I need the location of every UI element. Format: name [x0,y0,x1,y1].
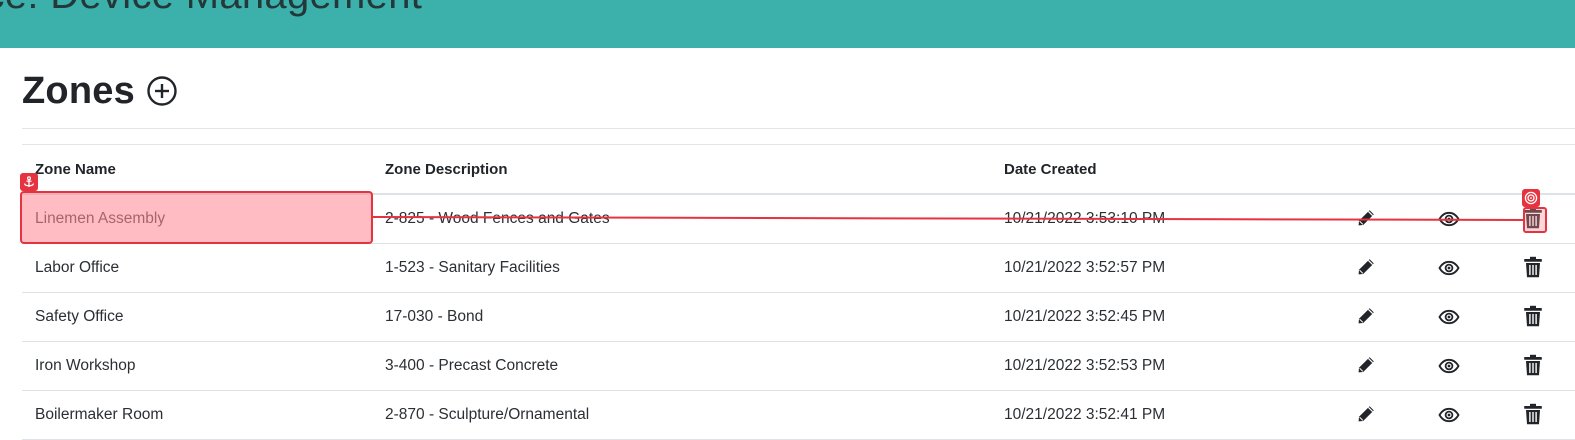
trash-icon [1523,305,1542,326]
delete-button[interactable] [1520,303,1546,329]
date-created-cell: 10/21/2022 3:52:57 PM [991,243,1324,293]
zone-description-cell: 3-400 - Precast Concrete [372,341,991,391]
delete-cell [1490,390,1575,440]
table-row: Boilermaker Room 2-870 - Sculpture/Ornam… [22,390,1575,440]
edit-cell [1324,390,1407,440]
zone-name-cell: Iron Workshop [22,341,372,391]
drag-source-highlight [20,191,373,244]
anchor-icon [20,173,38,191]
table-row: Safety Office 17-030 - Bond 10/21/2022 3… [22,292,1575,342]
column-header-zone-name[interactable]: Zone Name [22,145,372,195]
delete-button[interactable] [1520,254,1546,280]
date-created-cell: 10/21/2022 3:52:41 PM [991,390,1324,440]
delete-button[interactable] [1520,401,1546,427]
eye-icon [1437,407,1460,423]
zone-name-cell: Labor Office [22,243,372,293]
view-cell [1407,243,1490,293]
view-button[interactable] [1436,304,1462,330]
table-row: Iron Workshop 3-400 - Precast Concrete 1… [22,341,1575,391]
top-banner: nce: Device Management [0,0,1575,48]
trash-icon [1523,403,1542,424]
trash-icon [1523,354,1542,375]
view-button[interactable] [1436,255,1462,281]
eye-icon [1437,358,1460,374]
column-header-delete [1490,145,1575,195]
zones-table: Zone Name Zone Description Date Created … [22,145,1575,440]
zone-name-cell: Safety Office [22,292,372,342]
zones-header: Zones [22,68,179,114]
zone-description-cell: 2-825 - Wood Fences and Gates [372,194,991,244]
plus-circle-icon [147,76,177,106]
column-header-edit [1324,145,1407,195]
zone-description-cell: 2-870 - Sculpture/Ornamental [372,390,991,440]
edit-button[interactable] [1353,401,1379,427]
pencil-icon [1358,259,1374,275]
view-cell [1407,341,1490,391]
trash-icon [1523,256,1542,277]
pencil-icon [1358,357,1374,373]
edit-button[interactable] [1353,352,1379,378]
delete-cell [1490,243,1575,293]
zone-description-cell: 1-523 - Sanitary Facilities [372,243,991,293]
delete-cell [1490,292,1575,342]
divider [22,128,1575,129]
column-header-zone-description[interactable]: Zone Description [372,145,991,195]
eye-icon [1437,309,1460,325]
view-button[interactable] [1436,402,1462,428]
edit-button[interactable] [1353,254,1379,280]
view-cell [1407,292,1490,342]
pencil-icon [1358,210,1374,226]
edit-cell [1324,341,1407,391]
edit-button[interactable] [1353,205,1379,231]
eye-icon [1437,260,1460,276]
table-header-row: Zone Name Zone Description Date Created [22,145,1575,195]
delete-button[interactable] [1520,352,1546,378]
view-button[interactable] [1436,353,1462,379]
drag-target-highlight [1523,207,1547,233]
column-header-date-created[interactable]: Date Created [991,145,1324,195]
date-created-cell: 10/21/2022 3:52:53 PM [991,341,1324,391]
view-cell [1407,390,1490,440]
edit-cell [1324,194,1407,244]
view-cell [1407,194,1490,244]
add-zone-button[interactable] [145,74,179,108]
view-button[interactable] [1436,206,1462,232]
delete-cell [1490,341,1575,391]
column-header-view [1407,145,1490,195]
pencil-icon [1358,406,1374,422]
eye-icon [1437,211,1460,227]
date-created-cell: 10/21/2022 3:52:45 PM [991,292,1324,342]
edit-button[interactable] [1353,303,1379,329]
table-row: Labor Office 1-523 - Sanitary Facilities… [22,243,1575,293]
edit-cell [1324,243,1407,293]
page-title: Zones [22,69,135,112]
date-created-cell: 10/21/2022 3:53:10 PM [991,194,1324,244]
target-icon [1522,189,1540,207]
zone-name-cell: Boilermaker Room [22,390,372,440]
zone-description-cell: 17-030 - Bond [372,292,991,342]
edit-cell [1324,292,1407,342]
banner-title: nce: Device Management [0,0,422,18]
pencil-icon [1358,308,1374,324]
